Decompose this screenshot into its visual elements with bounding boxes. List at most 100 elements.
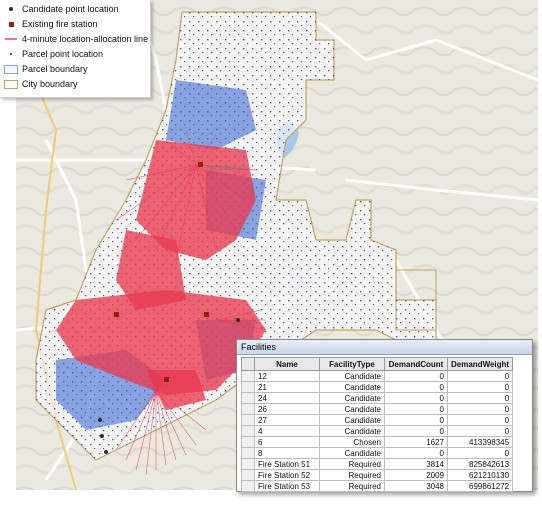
cell-demandcount[interactable]: 0 bbox=[384, 392, 448, 404]
cell-name[interactable]: 6 bbox=[254, 436, 320, 448]
cell-facilitytype[interactable]: Candidate bbox=[319, 447, 385, 459]
row-selector[interactable] bbox=[241, 381, 255, 393]
cell-demandweight[interactable]: 0 bbox=[446, 370, 514, 382]
column-header-demandweight[interactable]: DemandWeight bbox=[446, 357, 514, 371]
cell-demandcount[interactable]: 0 bbox=[384, 370, 448, 382]
city-boundary-icon bbox=[4, 79, 18, 89]
legend-label: City boundary bbox=[22, 79, 78, 89]
facilities-table-window: Facilities Name FacilityType DemandCount… bbox=[236, 339, 533, 492]
table-row[interactable]: 26 Candidate 0 0 bbox=[241, 403, 514, 415]
column-header-facilitytype[interactable]: FacilityType bbox=[319, 357, 385, 371]
table-header-row: Name FacilityType DemandCount DemandWeig… bbox=[241, 357, 514, 371]
legend-item-candidate: Candidate point location bbox=[0, 2, 150, 16]
cell-facilitytype[interactable]: Chosen bbox=[319, 436, 385, 448]
cell-demandcount[interactable]: 3048 bbox=[384, 480, 448, 492]
cell-demandweight[interactable]: 0 bbox=[446, 414, 514, 426]
cell-facilitytype[interactable]: Candidate bbox=[319, 370, 385, 382]
legend-label: Parcel point location bbox=[22, 49, 104, 59]
cell-demandcount[interactable]: 0 bbox=[384, 403, 448, 415]
fire-station-52-marker[interactable] bbox=[204, 312, 209, 317]
row-selector[interactable] bbox=[241, 469, 255, 481]
legend-item-allocation: 4-minute location-allocation line bbox=[0, 32, 150, 46]
map-label-station-62: Fire Station 62 bbox=[206, 166, 246, 172]
fire-station-51-marker[interactable] bbox=[114, 312, 119, 317]
candidate-point[interactable] bbox=[98, 418, 102, 422]
table-row[interactable]: 6 Chosen 1627 413398345 bbox=[241, 436, 514, 448]
row-selector[interactable] bbox=[241, 414, 255, 426]
cell-name[interactable]: Fire Station 52 bbox=[254, 469, 320, 481]
table-row[interactable]: 24 Candidate 0 0 bbox=[241, 392, 514, 404]
cell-demandweight[interactable]: 0 bbox=[446, 425, 514, 437]
table-row[interactable]: 12 Candidate 0 0 bbox=[241, 370, 514, 382]
table-row[interactable]: 8 Candidate 0 0 bbox=[241, 447, 514, 459]
cell-name[interactable]: Fire Station 53 bbox=[254, 480, 320, 492]
cell-demandcount[interactable]: 0 bbox=[384, 425, 448, 437]
row-selector[interactable] bbox=[241, 480, 255, 492]
cell-name[interactable]: 8 bbox=[254, 447, 320, 459]
cell-name[interactable]: 21 bbox=[254, 381, 320, 393]
cell-demandweight[interactable]: 0 bbox=[446, 447, 514, 459]
cell-name[interactable]: 26 bbox=[254, 403, 320, 415]
cell-facilitytype[interactable]: Required bbox=[319, 458, 385, 470]
table-row[interactable]: 21 Candidate 0 0 bbox=[241, 381, 514, 393]
fire-station-62-marker[interactable] bbox=[198, 162, 203, 167]
legend-item-parcel-boundary: Parcel boundary bbox=[0, 62, 150, 76]
row-selector[interactable] bbox=[241, 370, 255, 382]
cell-name[interactable]: 24 bbox=[254, 392, 320, 404]
row-selector-header[interactable] bbox=[241, 357, 255, 371]
table-row[interactable]: 4 Candidate 0 0 bbox=[241, 425, 514, 437]
cell-name[interactable]: 4 bbox=[254, 425, 320, 437]
row-selector[interactable] bbox=[241, 447, 255, 459]
cell-demandcount[interactable]: 0 bbox=[384, 447, 448, 459]
cell-facilitytype[interactable]: Candidate bbox=[319, 403, 385, 415]
cell-demandcount[interactable]: 0 bbox=[384, 414, 448, 426]
cell-facilitytype[interactable]: Candidate bbox=[319, 414, 385, 426]
row-selector[interactable] bbox=[241, 436, 255, 448]
parcel-boundary-icon bbox=[4, 64, 18, 74]
cell-demandcount[interactable]: 3814 bbox=[384, 458, 448, 470]
parcel-point-icon bbox=[10, 53, 12, 55]
facilities-table: Name FacilityType DemandCount DemandWeig… bbox=[241, 357, 514, 492]
cell-demandcount[interactable]: 0 bbox=[384, 381, 448, 393]
legend-label: 4-minute location-allocation line bbox=[22, 34, 149, 44]
cell-demandcount[interactable]: 1627 bbox=[384, 436, 448, 448]
map-legend: Candidate point location Existing fire s… bbox=[0, 0, 151, 98]
cell-facilitytype[interactable]: Candidate bbox=[319, 392, 385, 404]
candidate-point[interactable] bbox=[100, 434, 104, 438]
column-header-name[interactable]: Name bbox=[254, 357, 320, 371]
candidate-point[interactable] bbox=[104, 450, 108, 454]
row-selector[interactable] bbox=[241, 458, 255, 470]
cell-demandweight[interactable]: 0 bbox=[446, 381, 514, 393]
row-selector[interactable] bbox=[241, 392, 255, 404]
cell-facilitytype[interactable]: Candidate bbox=[319, 425, 385, 437]
cell-name[interactable]: 27 bbox=[254, 414, 320, 426]
cell-demandweight[interactable]: 0 bbox=[446, 392, 514, 404]
legend-label: Candidate point location bbox=[22, 4, 119, 14]
table-row[interactable]: Fire Station 53 Required 3048 699861272 bbox=[241, 480, 514, 492]
legend-label: Parcel boundary bbox=[22, 64, 88, 74]
cell-demandcount[interactable]: 2009 bbox=[384, 469, 448, 481]
table-body: 12 Candidate 0 0 21 Candidate 0 0 24 Candidate 0 0 2… bbox=[241, 370, 514, 492]
candidate-point[interactable] bbox=[236, 318, 240, 322]
station-square-icon bbox=[8, 21, 14, 27]
legend-item-parcel-point: Parcel point location bbox=[0, 47, 150, 61]
column-header-demandcount[interactable]: DemandCount bbox=[384, 357, 448, 371]
candidate-dot-icon bbox=[9, 7, 13, 11]
cell-name[interactable]: 12 bbox=[254, 370, 320, 382]
cell-demandweight[interactable]: 0 bbox=[446, 403, 514, 415]
fire-station-53-marker[interactable] bbox=[164, 377, 169, 382]
cell-demandweight[interactable]: 621210130 bbox=[446, 469, 514, 481]
cell-demandweight[interactable]: 825842613 bbox=[446, 458, 514, 470]
table-row[interactable]: Fire Station 51 Required 3814 825842613 bbox=[241, 458, 514, 470]
row-selector[interactable] bbox=[241, 425, 255, 437]
cell-facilitytype[interactable]: Candidate bbox=[319, 381, 385, 393]
allocation-line-icon bbox=[5, 38, 17, 40]
cell-facilitytype[interactable]: Required bbox=[319, 480, 385, 492]
cell-demandweight[interactable]: 699861272 bbox=[446, 480, 514, 492]
row-selector[interactable] bbox=[241, 403, 255, 415]
cell-name[interactable]: Fire Station 51 bbox=[254, 458, 320, 470]
cell-facilitytype[interactable]: Required bbox=[319, 469, 385, 481]
cell-demandweight[interactable]: 413398345 bbox=[446, 436, 514, 448]
table-row[interactable]: 27 Candidate 0 0 bbox=[241, 414, 514, 426]
table-row[interactable]: Fire Station 52 Required 2009 621210130 bbox=[241, 469, 514, 481]
